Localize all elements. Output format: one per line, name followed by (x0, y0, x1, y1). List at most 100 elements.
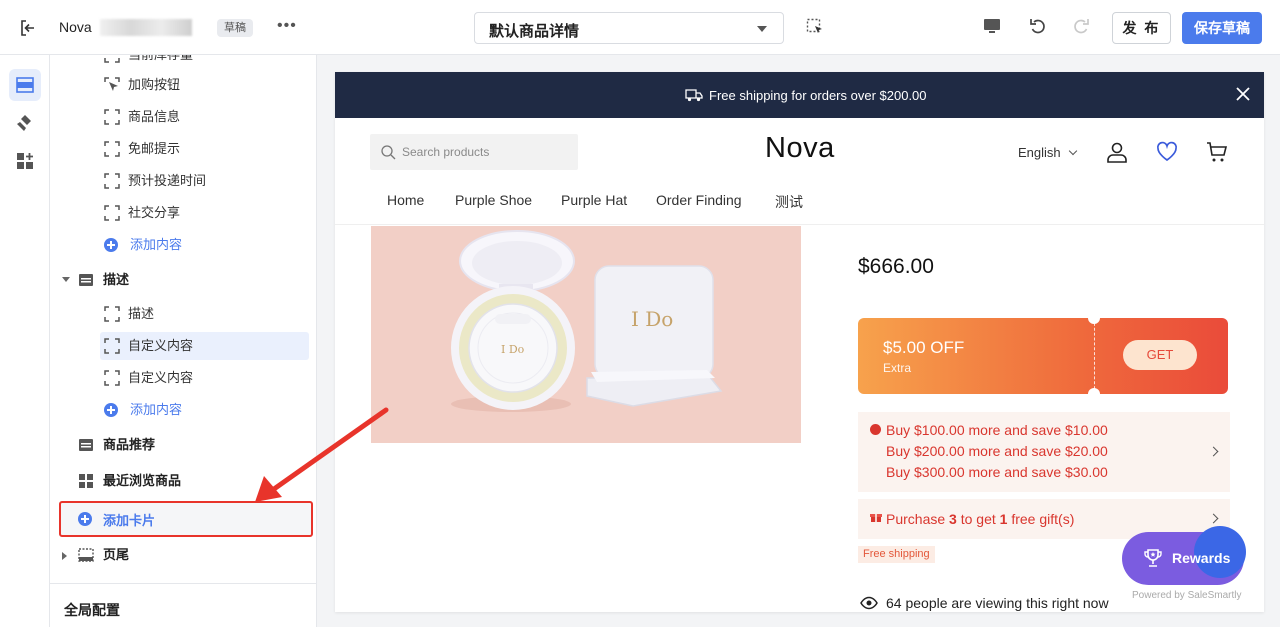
bracket-icon (104, 141, 120, 157)
cursor-icon (104, 77, 120, 91)
powered-by-text: Powered by SaleSmartly (1132, 590, 1242, 601)
promotion-tiers[interactable]: Buy $100.00 more and save $10.00 Buy $20… (858, 412, 1230, 492)
sidebar-item-add-to-cart[interactable]: 加购按钮 (50, 71, 316, 99)
sidebar-group-label: 页尾 (103, 547, 130, 562)
sidebar-item-custom-content-selected[interactable]: 自定义内容 (50, 332, 316, 360)
add-content-button[interactable]: 添加内容 (50, 396, 316, 424)
sidebar-group-recent[interactable]: 最近浏览商品 (50, 467, 316, 495)
status-badge: 草稿 (217, 19, 253, 37)
icon-rail (0, 55, 50, 627)
save-draft-button[interactable]: 保存草稿 (1182, 12, 1262, 44)
coupon-amount: $5.00 OFF (883, 338, 965, 357)
eye-icon (860, 596, 878, 610)
template-select-value: 默认商品详情 (489, 23, 580, 40)
chevron-down-icon (757, 26, 767, 32)
plus-icon (104, 238, 118, 252)
language-selector[interactable]: English (1018, 145, 1077, 160)
plus-icon (78, 512, 92, 526)
add-content-label: 添加内容 (130, 402, 183, 417)
bracket-icon (104, 370, 120, 386)
exit-icon[interactable] (18, 18, 38, 38)
sidebar-item-free-shipping[interactable]: 免邮提示 (50, 135, 316, 163)
sidebar-item-label: 预计投递时间 (128, 173, 207, 188)
redo-icon[interactable] (1071, 16, 1091, 36)
account-icon[interactable] (1105, 140, 1129, 164)
nav-link-test[interactable]: 测试 (775, 192, 803, 212)
brush-icon[interactable] (9, 107, 41, 139)
caret-down-icon[interactable] (62, 277, 70, 282)
sidebar-item-label: 商品信息 (128, 109, 181, 124)
heart-icon[interactable] (1155, 140, 1179, 164)
sidebar-item-delivery-time[interactable]: 预计投递时间 (50, 167, 316, 195)
global-config-label: 全局配置 (64, 602, 120, 618)
template-select[interactable]: 默认商品详情 (474, 12, 784, 44)
caret-right-icon[interactable] (62, 552, 67, 560)
section-icon (79, 274, 93, 286)
sidebar-group-label: 描述 (103, 272, 130, 287)
nav-link-order-finding[interactable]: Order Finding (656, 192, 742, 208)
sidebar-group-description[interactable]: 描述 (50, 266, 316, 294)
sidebar-item-label: 描述 (128, 306, 155, 321)
store-preview: Free shipping for orders over $200.00 No… (335, 72, 1264, 612)
get-coupon-button[interactable]: GET (1123, 340, 1197, 370)
chevron-right-icon[interactable] (1208, 513, 1219, 524)
truck-icon (685, 89, 703, 102)
sidebar-item-social-share[interactable]: 社交分享 (50, 199, 316, 227)
apps-icon[interactable] (9, 145, 41, 177)
search-icon (381, 145, 396, 160)
sidebar-item-custom-content[interactable]: 自定义内容 (50, 364, 316, 392)
sidebar-item-label: 社交分享 (128, 205, 181, 220)
svg-text:I Do: I Do (501, 343, 525, 356)
promotion-row: Buy $100.00 more and save $10.00 (886, 422, 1108, 438)
sidebar-group-footer[interactable]: 页尾 (50, 541, 316, 569)
chevron-right-icon[interactable] (1208, 446, 1219, 457)
add-content-label: 添加内容 (130, 237, 183, 252)
search-bar[interactable] (370, 134, 578, 170)
sidebar-group-label: 最近浏览商品 (103, 473, 182, 488)
rewards-button[interactable]: Rewards (1122, 526, 1246, 585)
sidebar-item-description[interactable]: 描述 (50, 300, 316, 328)
add-content-button[interactable]: 添加内容 (50, 231, 316, 259)
nav-link-purple-shoe[interactable]: Purple Shoe (455, 192, 532, 208)
more-menu-icon[interactable]: ••• (277, 17, 297, 35)
close-icon[interactable] (1235, 86, 1251, 102)
store-logo[interactable]: Nova (765, 132, 835, 165)
sidebar-item-label: 当前库存量 (128, 55, 193, 69)
footer-icon (78, 548, 94, 562)
announcement-text: Free shipping for orders over $200.00 (709, 88, 927, 103)
product-image-text: I Do (631, 307, 673, 331)
trophy-icon (1144, 549, 1162, 567)
coupon-divider (1094, 318, 1095, 394)
search-input[interactable] (402, 143, 572, 161)
publish-button[interactable]: 发 布 (1112, 12, 1171, 44)
element-picker-icon[interactable] (806, 18, 824, 36)
product-image[interactable]: I Do I Do (371, 226, 801, 443)
add-card-button[interactable]: 添加卡片 (59, 501, 313, 537)
nav-link-home[interactable]: Home (387, 192, 424, 208)
announcement-bar: Free shipping for orders over $200.00 (335, 72, 1264, 118)
bracket-icon (104, 173, 120, 189)
gift-icon (870, 514, 882, 522)
sidebar-group-recommend[interactable]: 商品推荐 (50, 431, 316, 459)
sidebar-group-label: 商品推荐 (103, 437, 156, 452)
grid-icon (79, 474, 93, 488)
global-config-section[interactable]: 全局配置 (50, 583, 316, 627)
sidebar-item-inventory[interactable]: 当前库存量 (50, 55, 316, 69)
bracket-icon (104, 109, 120, 125)
promotion-row: Buy $300.00 more and save $30.00 (886, 464, 1108, 480)
sidebar-item-label: 加购按钮 (128, 77, 181, 92)
rewards-label: Rewards (1172, 550, 1231, 566)
discount-icon (870, 424, 881, 435)
coupon-card: $5.00 OFF Extra GET (858, 318, 1228, 394)
blurred-store-domain (100, 19, 192, 36)
bracket-icon (104, 338, 120, 354)
undo-icon[interactable] (1028, 16, 1048, 36)
top-bar: Nova 草稿 ••• 默认商品详情 发 布 保存草稿 (0, 0, 1280, 55)
sidebar-item-product-info[interactable]: 商品信息 (50, 103, 316, 131)
cart-icon[interactable] (1205, 140, 1229, 164)
desktop-preview-icon[interactable] (982, 16, 1002, 36)
layout-icon[interactable] (9, 69, 41, 101)
nav-link-purple-hat[interactable]: Purple Hat (561, 192, 627, 208)
sidebar-item-label: 自定义内容 (128, 370, 194, 385)
promotion-row: Buy $200.00 more and save $20.00 (886, 443, 1108, 459)
